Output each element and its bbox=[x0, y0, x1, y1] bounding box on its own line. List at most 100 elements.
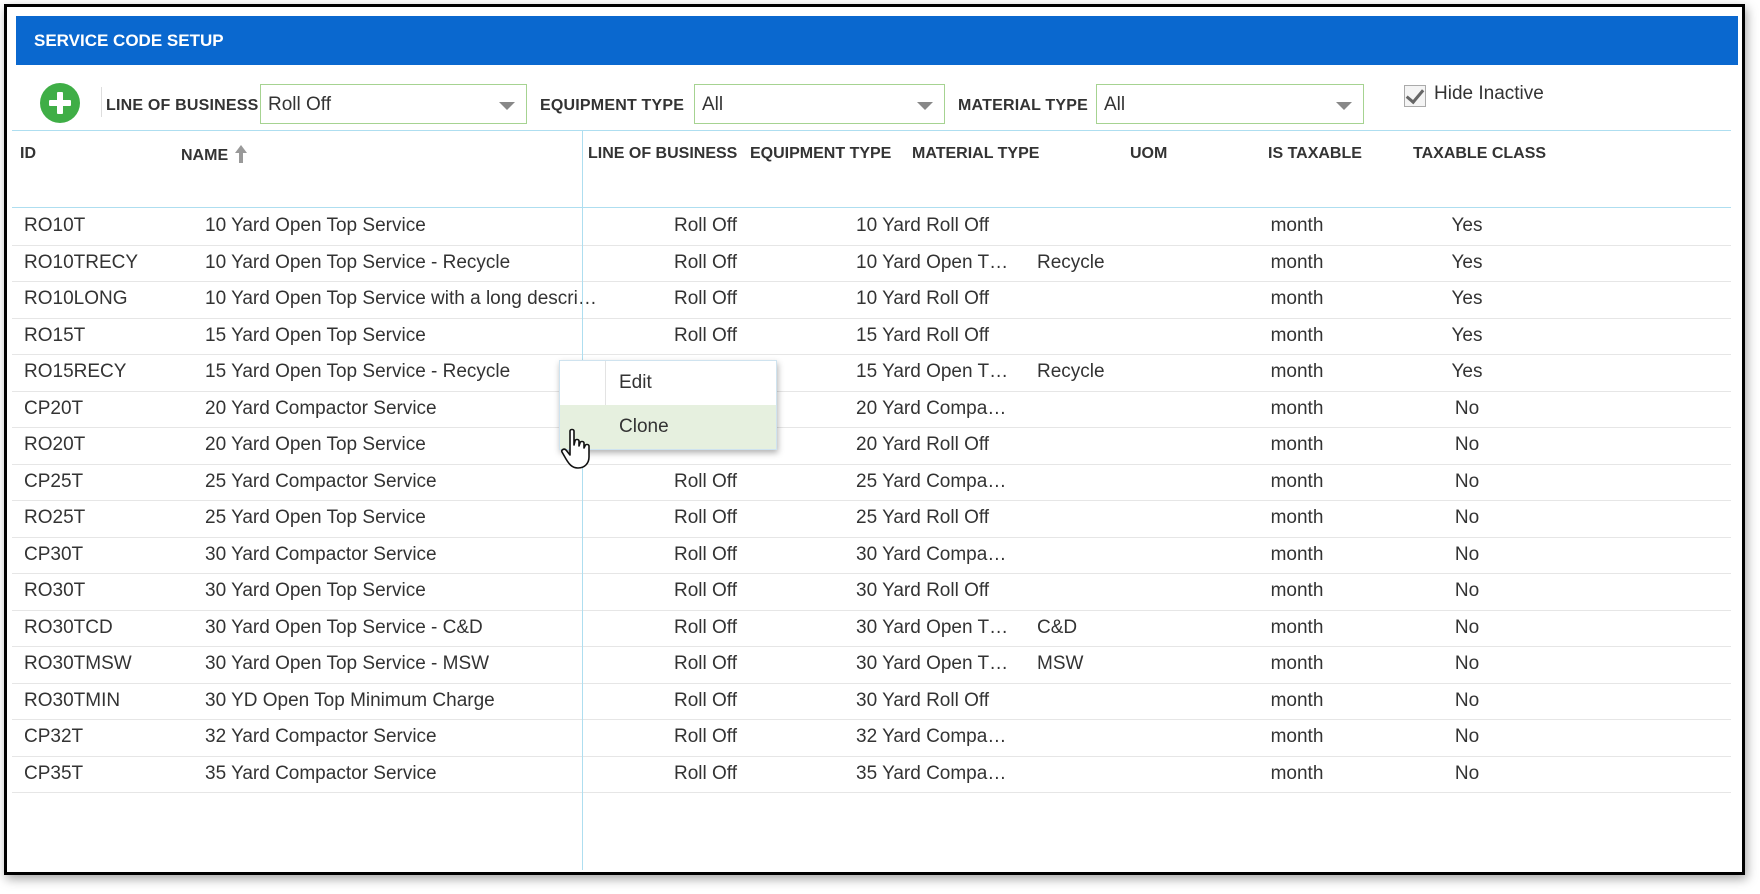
table-row[interactable]: CP30T 30 Yard Compactor Service Roll Off 30… bbox=[12, 537, 1731, 574]
cell-equipment: 10 Yard Roll Off bbox=[856, 215, 990, 236]
column-header-taxable-class[interactable]: TAXABLE CLASS bbox=[1413, 145, 1546, 163]
cell-id: CP35T bbox=[24, 762, 84, 784]
cell-taxable: Yes bbox=[1451, 251, 1483, 273]
cell-material: MSW bbox=[1037, 653, 1084, 674]
material-type-select[interactable]: All bbox=[1096, 84, 1364, 124]
cell-equipment: 30 Yard Roll Off bbox=[856, 689, 990, 711]
hand-pointer-icon bbox=[561, 428, 590, 469]
cell-material: Recycle bbox=[1037, 251, 1105, 273]
table-row[interactable]: RO10TRECY 10 Yard Open Top Service - Recy… bbox=[12, 245, 1731, 282]
cell-uom: month bbox=[1270, 543, 1324, 565]
cell-name: 30 Yard Open Top Service bbox=[205, 580, 426, 601]
column-header-material-type[interactable]: MATERIAL TYPE bbox=[912, 145, 1039, 163]
cell-material: C&D bbox=[1037, 616, 1078, 638]
cell-id: RO30TMIN bbox=[24, 689, 121, 711]
cell-lob: Roll Off bbox=[674, 580, 738, 601]
equipment-type-label: EQUIPMENT TYPE bbox=[540, 97, 685, 114]
table-row[interactable]: RO15T 15 Yard Open Top Service Roll Off 15 … bbox=[12, 318, 1731, 355]
cell-lob: Roll Off bbox=[674, 215, 738, 236]
line-of-business-select[interactable]: Roll Off bbox=[260, 84, 527, 124]
table-row[interactable]: RO25T 25 Yard Open Top Service Roll Off 25 … bbox=[12, 500, 1731, 538]
hide-inactive-label[interactable]: Hide Inactive bbox=[1434, 83, 1544, 105]
cell-uom: month bbox=[1270, 616, 1324, 638]
column-header-name-label: NAME bbox=[181, 147, 229, 164]
toolbar: LINE OF BUSINESS Roll Off EQUIPMENT TYPE… bbox=[16, 65, 1738, 137]
chevron-down-icon bbox=[499, 102, 515, 110]
cell-uom: month bbox=[1270, 397, 1324, 419]
hide-inactive-checkbox[interactable] bbox=[1404, 84, 1426, 107]
cell-name: 10 Yard Open Top Service - Recycle bbox=[205, 251, 511, 273]
cell-lob: Roll Off bbox=[674, 653, 738, 674]
cell-taxable: Yes bbox=[1451, 215, 1483, 236]
line-of-business-value: Roll Off bbox=[268, 94, 332, 115]
cell-id: RO30TCD bbox=[24, 616, 113, 638]
cell-equipment: 30 Yard Compa… bbox=[856, 543, 1007, 565]
cell-name: 30 Yard Open Top Service - MSW bbox=[205, 653, 490, 674]
material-type-value: All bbox=[1104, 94, 1126, 115]
table-row[interactable]: RO30T 30 Yard Open Top Service Roll Off 30 … bbox=[12, 573, 1731, 611]
table-row[interactable]: RO10LONG 10 Yard Open Top Service with a … bbox=[12, 281, 1731, 319]
table-row[interactable]: RO30TMSW 30 Yard Open Top Service - MSW Ro… bbox=[12, 646, 1731, 684]
line-of-business-label: LINE OF BUSINESS bbox=[106, 97, 259, 114]
plus-circle-icon[interactable] bbox=[40, 83, 80, 123]
column-header-is-taxable[interactable]: IS TAXABLE bbox=[1268, 145, 1362, 163]
column-header-equipment-type[interactable]: EQUIPMENT TYPE bbox=[750, 145, 891, 163]
table-row[interactable]: CP25T 25 Yard Compactor Service Roll Off 25… bbox=[12, 464, 1731, 501]
equipment-type-value: All bbox=[702, 94, 724, 115]
context-menu-edit-label: Edit bbox=[619, 372, 652, 393]
column-header-id[interactable]: ID bbox=[20, 145, 36, 163]
table-row[interactable]: RO15RECY 15 Yard Open Top Service - Recyc… bbox=[12, 354, 1731, 392]
cell-lob: Roll Off bbox=[674, 616, 738, 638]
cell-uom: month bbox=[1270, 215, 1324, 236]
service-code-grid: ID NAME LINE OF BUSINESS EQUIPMENT TYPE … bbox=[12, 130, 1731, 870]
cell-taxable: No bbox=[1454, 434, 1480, 455]
equipment-type-select[interactable]: All bbox=[694, 84, 945, 124]
cell-taxable: Yes bbox=[1451, 288, 1483, 309]
cell-uom: month bbox=[1270, 726, 1324, 747]
cell-lob: Roll Off bbox=[674, 689, 738, 711]
cell-taxable: No bbox=[1454, 543, 1480, 565]
cell-name: 30 Yard Compactor Service bbox=[205, 543, 437, 565]
checkmark-icon bbox=[1405, 84, 1425, 105]
chevron-down-icon bbox=[1336, 102, 1352, 110]
table-row[interactable]: RO10T 10 Yard Open Top Service Roll Off 10 … bbox=[12, 208, 1731, 246]
table-row[interactable]: RO30TCD 30 Yard Open Top Service - C&D Rol… bbox=[12, 610, 1731, 647]
column-divider bbox=[582, 131, 583, 870]
cell-taxable: No bbox=[1454, 762, 1480, 784]
context-menu-edit[interactable]: Edit bbox=[560, 361, 776, 405]
cell-id: RO15T bbox=[24, 324, 86, 346]
column-header-line-of-business[interactable]: LINE OF BUSINESS bbox=[588, 145, 737, 163]
cell-taxable: No bbox=[1454, 616, 1480, 638]
column-header-name[interactable]: NAME bbox=[181, 145, 248, 165]
cell-uom: month bbox=[1270, 507, 1324, 528]
cell-equipment: 20 Yard Compa… bbox=[856, 397, 1007, 419]
column-header-uom[interactable]: UOM bbox=[1130, 145, 1167, 163]
table-row[interactable]: CP32T 32 Yard Compactor Service Roll Off 32… bbox=[12, 719, 1731, 757]
cell-taxable: No bbox=[1454, 470, 1480, 492]
cell-uom: month bbox=[1270, 580, 1324, 601]
cell-id: RO30T bbox=[24, 580, 86, 601]
table-row[interactable]: RO30TMIN 30 YD Open Top Minimum Charge Rol… bbox=[12, 683, 1731, 720]
cell-uom: month bbox=[1270, 653, 1324, 674]
cell-lob: Roll Off bbox=[674, 543, 738, 565]
material-type-label: MATERIAL TYPE bbox=[958, 97, 1089, 114]
cell-equipment: 25 Yard Roll Off bbox=[856, 507, 990, 528]
cell-id: RO25T bbox=[24, 507, 86, 528]
table-row[interactable]: CP35T 35 Yard Compactor Service Roll Off 35… bbox=[12, 756, 1731, 793]
cell-lob: Roll Off bbox=[674, 251, 738, 273]
context-menu-clone-label: Clone bbox=[619, 416, 669, 437]
cell-id: RO20T bbox=[24, 434, 86, 455]
chevron-down-icon bbox=[917, 102, 933, 110]
cell-id: CP32T bbox=[24, 726, 84, 747]
cell-equipment: 35 Yard Compa… bbox=[856, 762, 1007, 784]
table-row[interactable]: RO20T20 Yard Open Top ServiceRoll Off20 … bbox=[12, 427, 1731, 465]
cell-taxable: No bbox=[1454, 397, 1480, 419]
cell-lob: Roll Off bbox=[674, 762, 738, 784]
cell-id: CP25T bbox=[24, 470, 84, 492]
cell-name: 30 YD Open Top Minimum Charge bbox=[205, 689, 495, 711]
cell-lob: Roll Off bbox=[674, 726, 738, 747]
cell-taxable: No bbox=[1454, 689, 1480, 711]
cell-uom: month bbox=[1270, 324, 1324, 346]
cell-lob: Roll Off bbox=[674, 470, 738, 492]
table-row[interactable]: CP20T 20 Yard Compactor Service 20 Yard Co… bbox=[12, 391, 1731, 428]
